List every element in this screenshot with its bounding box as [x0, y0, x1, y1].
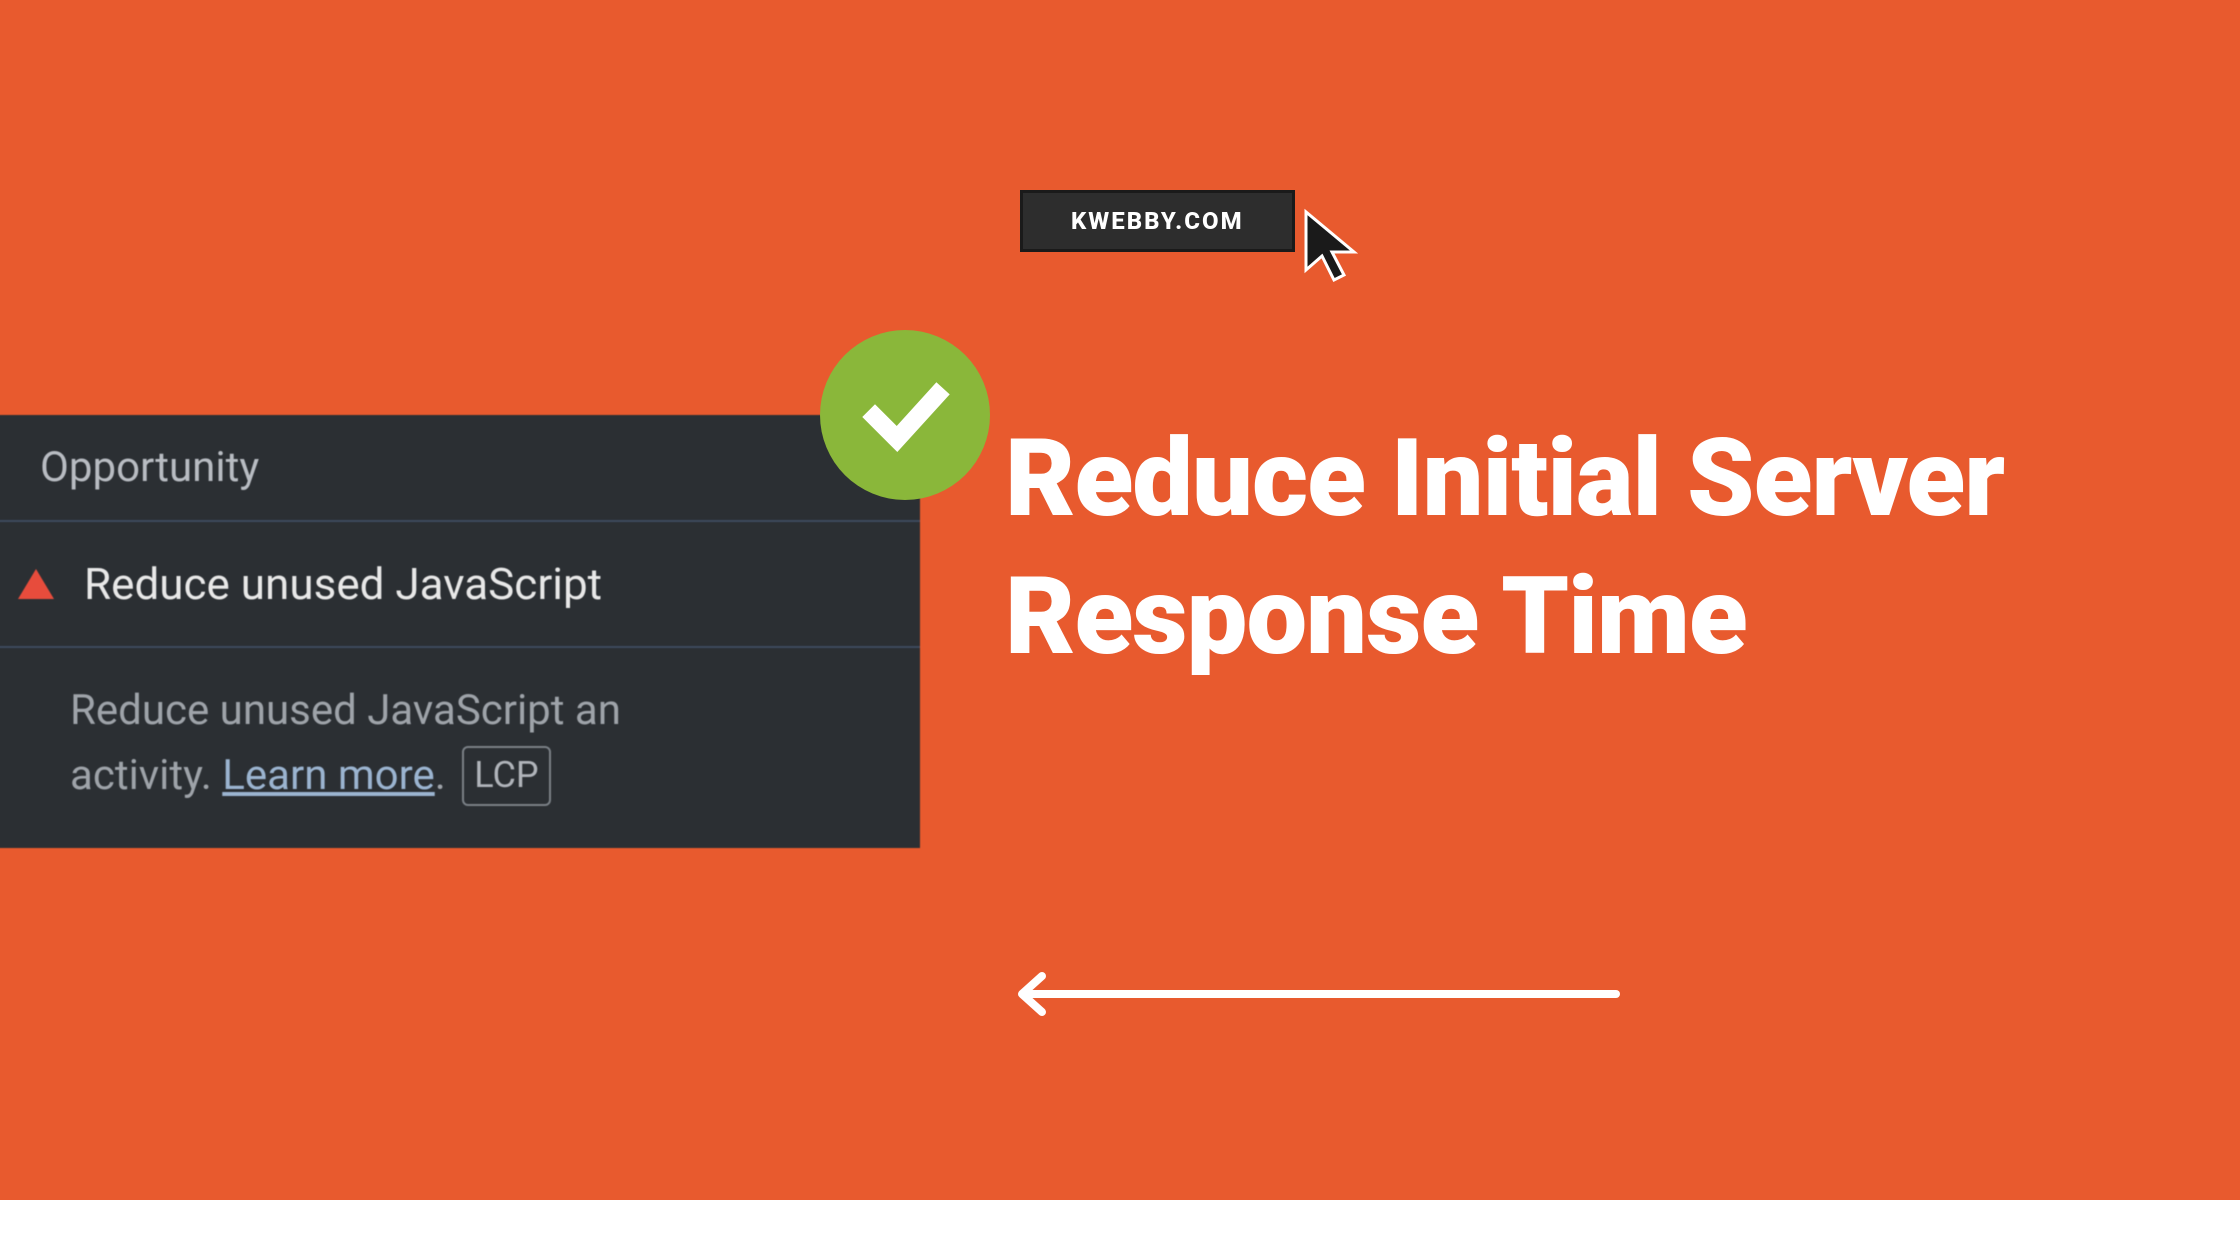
opportunity-row[interactable]: Reduce unused JavaScript [0, 522, 920, 648]
detail-text-2: activity. [70, 751, 222, 800]
checkmark-badge [820, 330, 990, 500]
lcp-tag: LCP [462, 746, 550, 806]
learn-more-link[interactable]: Learn more [222, 751, 434, 800]
check-icon [855, 365, 955, 465]
opportunity-label: Reduce unused JavaScript [84, 558, 602, 610]
warning-icon [18, 569, 54, 599]
main-title: Reduce Initial Server Response Time [1005, 410, 2140, 686]
canvas: KWEBBY.COM Opportunity Reduce unused Jav… [0, 0, 2240, 1260]
opportunity-detail: Reduce unused JavaScript an activity. Le… [0, 648, 920, 848]
detail-suffix: . [435, 751, 457, 800]
cursor-icon [1300, 208, 1370, 290]
site-badge: KWEBBY.COM [1020, 190, 1295, 252]
lighthouse-panel: Opportunity Reduce unused JavaScript Red… [0, 415, 920, 848]
detail-text-1: Reduce unused JavaScript an [70, 686, 621, 735]
arrow-line [1040, 990, 1620, 998]
site-badge-label: KWEBBY.COM [1071, 207, 1244, 235]
panel-header: Opportunity [0, 415, 920, 522]
